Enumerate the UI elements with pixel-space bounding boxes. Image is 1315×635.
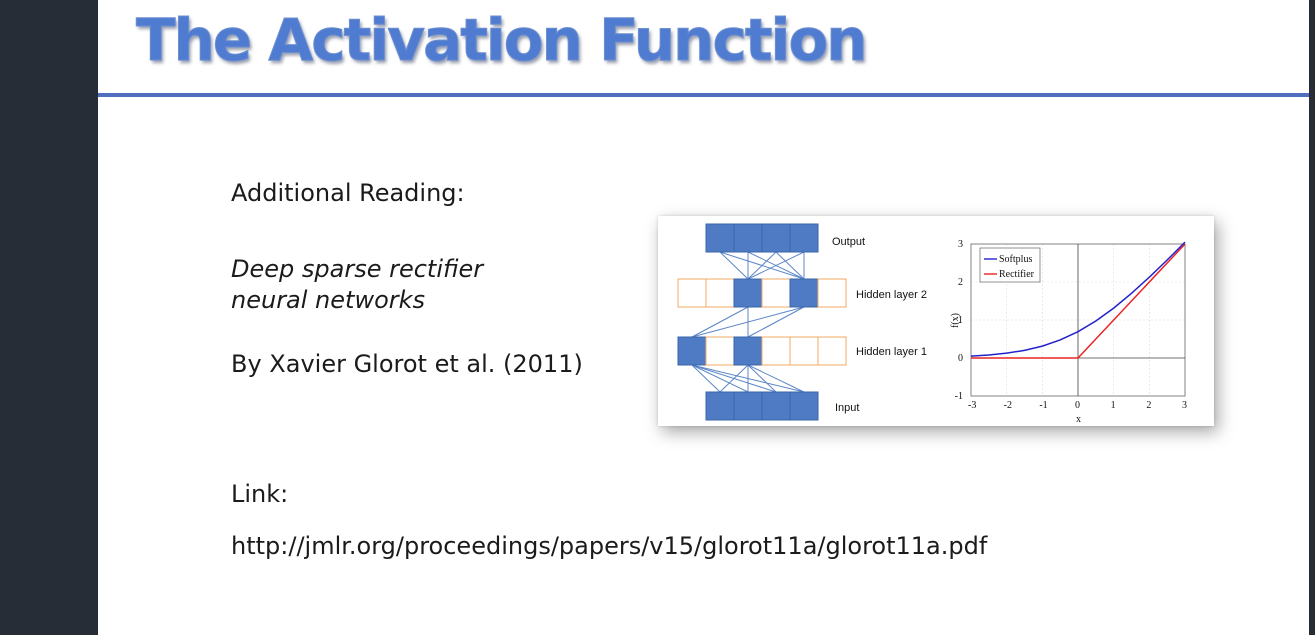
plot-legend: Softplus Rectifier [979, 247, 1041, 283]
connection-h1-h2 [691, 306, 749, 338]
active-unit-output [733, 223, 763, 253]
inactive-unit-h2 [761, 278, 791, 308]
active-unit-output [789, 223, 819, 253]
y-tick-label: 3 [958, 239, 963, 250]
inactive-unit-h1 [705, 336, 735, 366]
connection-input-h1 [691, 364, 749, 393]
paper-title-line-2: neural networks [231, 286, 426, 314]
active-unit-output [761, 223, 791, 253]
active-unit-input [789, 391, 819, 421]
y-tick-label: -1 [955, 391, 963, 402]
x-tick-label: 1 [1111, 400, 1116, 411]
paper-author: By Xavier Glorot et al. (2011) [231, 350, 583, 378]
active-unit-input [733, 391, 763, 421]
link-label: Link: [231, 480, 289, 508]
inactive-unit-h1 [761, 336, 791, 366]
legend-label-rectifier: Rectifier [999, 269, 1035, 280]
active-unit-h1 [677, 336, 707, 366]
active-unit-output [705, 223, 735, 253]
inactive-unit-h2 [817, 278, 847, 308]
network-diagram: Output Hidden layer 2 Hidden layer 1 Inp… [677, 223, 927, 421]
active-unit-h2 [733, 278, 763, 308]
connection-h1-h2 [747, 306, 805, 338]
active-unit-h2 [789, 278, 819, 308]
layer-label-hidden-1: Hidden layer 1 [856, 346, 927, 358]
y-tick-label: 2 [958, 277, 963, 288]
connection-input-h1 [691, 364, 777, 393]
window-edge [1309, 0, 1315, 635]
layer-label-input: Input [835, 402, 859, 414]
active-unit-input [705, 391, 735, 421]
layer-label-hidden-2: Hidden layer 2 [856, 289, 927, 301]
title-divider [98, 93, 1309, 97]
slide-title: The Activation Function [136, 6, 869, 75]
y-tick-label: 0 [958, 353, 963, 364]
x-tick-label: -3 [968, 400, 976, 411]
figure-svg: Output Hidden layer 2 Hidden layer 1 Inp… [677, 223, 1187, 425]
active-unit-input [761, 391, 791, 421]
connection-input-h1 [747, 364, 805, 393]
x-tick-label: -1 [1039, 400, 1047, 411]
network-connections [691, 251, 805, 393]
figure-panel: Output Hidden layer 2 Hidden layer 1 Inp… [658, 216, 1214, 426]
x-tick-label: 3 [1182, 400, 1187, 411]
inactive-unit-h2 [705, 278, 735, 308]
paper-title-line-1: Deep sparse rectifier [231, 255, 484, 283]
inactive-unit-h1 [817, 336, 847, 366]
x-tick-labels: -3 -2 -1 0 1 2 3 [968, 400, 1187, 411]
paper-title: Deep sparse rectifier neural networks [231, 254, 483, 316]
legend-label-softplus: Softplus [999, 254, 1032, 265]
inactive-unit-h1 [789, 336, 819, 366]
x-tick-label: 2 [1146, 400, 1151, 411]
activation-plot: -3 -2 -1 0 1 2 3 -1 0 1 2 3 x f(x) Softplus Rectif… [950, 239, 1187, 425]
active-unit-h1 [733, 336, 763, 366]
x-tick-label: -2 [1004, 400, 1012, 411]
x-axis-label: x [1076, 414, 1081, 425]
layer-label-output: Output [832, 236, 865, 248]
connection-h2-output [719, 251, 805, 280]
network-units [677, 223, 847, 421]
additional-reading-heading: Additional Reading: [231, 179, 465, 207]
inactive-unit-h2 [677, 278, 707, 308]
paper-link[interactable]: http://jmlr.org/proceedings/papers/v15/g… [231, 532, 987, 560]
slide: The Activation Function Additional Readi… [98, 0, 1309, 635]
x-tick-label: 0 [1075, 400, 1080, 411]
y-axis-label: f(x) [950, 313, 961, 328]
